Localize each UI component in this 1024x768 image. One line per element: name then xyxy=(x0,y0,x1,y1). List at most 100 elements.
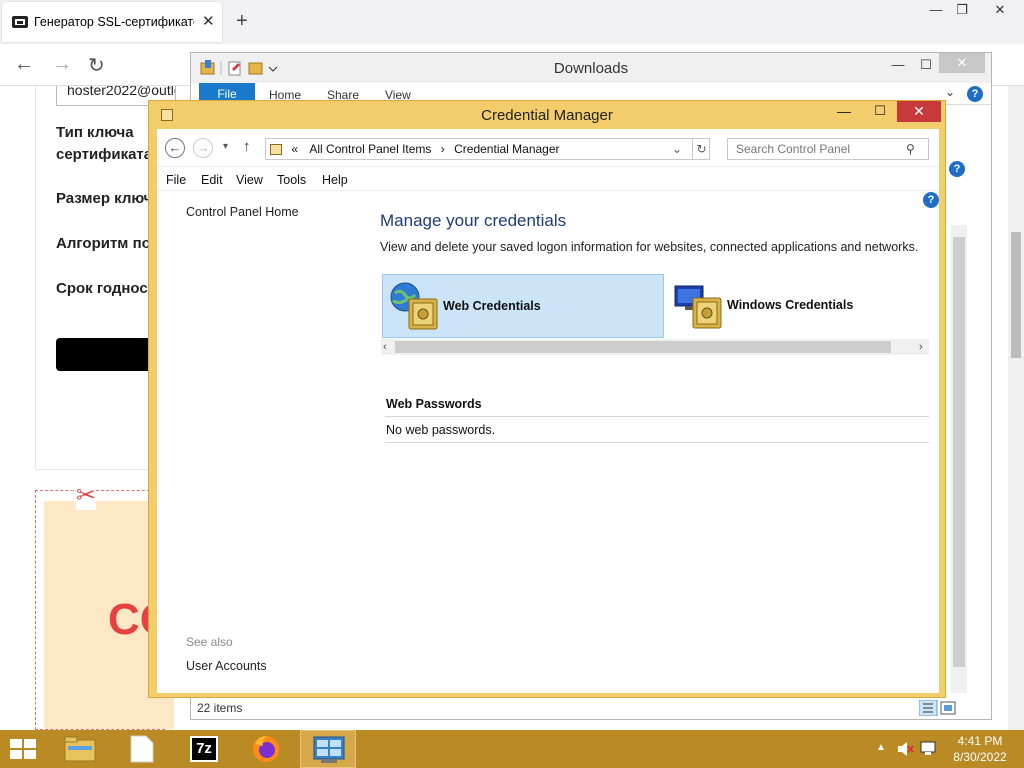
explorer-pane-help-icon[interactable]: ? xyxy=(949,161,965,177)
clock-date: 8/30/2022 xyxy=(953,750,1007,764)
start-button[interactable] xyxy=(10,739,38,761)
menu-help[interactable]: Help xyxy=(322,173,348,187)
web-credentials-tile[interactable]: Web Credentials xyxy=(382,274,664,338)
tiles-scrollbar-thumb[interactable] xyxy=(395,341,891,353)
key-type-label-cont: сертификата xyxy=(56,146,153,163)
card-border-bottom xyxy=(35,469,165,470)
7zip-icon: 7z xyxy=(190,736,218,762)
scroll-right-arrow-icon[interactable]: › xyxy=(919,339,923,355)
windows-credentials-vault-icon xyxy=(674,285,722,329)
search-icon[interactable]: ⚲ xyxy=(906,139,915,159)
page-description: View and delete your saved logon informa… xyxy=(380,240,919,254)
key-type-label: Тип ключа xyxy=(56,124,134,141)
explorer-titlebar: Downloads — ☐ ✕ xyxy=(191,53,991,83)
refresh-icon[interactable]: ↻ xyxy=(692,139,710,159)
breadcrumb-credential-manager[interactable]: Credential Manager xyxy=(454,142,559,156)
browser-close-button[interactable]: ✕ xyxy=(980,0,1020,20)
menu-bar: File Edit View Tools Help xyxy=(157,169,939,191)
credman-client-area: ← → ▾ ↑ « All Control Panel Items › Cred… xyxy=(157,129,939,693)
explorer-scrollbar-thumb[interactable] xyxy=(953,237,965,667)
validity-label: Срок годнос xyxy=(56,280,148,297)
file-explorer-icon xyxy=(64,736,96,762)
web-passwords-empty-text: No web passwords. xyxy=(386,423,496,437)
search-input[interactable]: Search Control Panel ⚲ xyxy=(727,138,929,160)
web-passwords-heading: Web Passwords xyxy=(386,397,482,411)
explorer-minimize-button[interactable]: — xyxy=(883,57,913,72)
credman-help-icon[interactable]: ? xyxy=(923,192,939,208)
explorer-status-bar: 22 items xyxy=(191,699,991,719)
search-placeholder: Search Control Panel xyxy=(736,142,851,156)
address-dropdown-chevron-icon[interactable]: ⌄ xyxy=(672,139,682,159)
show-hidden-icons-icon[interactable]: ▲ xyxy=(876,742,886,753)
credman-minimize-button[interactable]: — xyxy=(829,103,859,119)
page-title: Manage your credentials xyxy=(380,211,567,230)
card-border xyxy=(35,86,36,470)
document-icon xyxy=(130,735,154,763)
menu-view[interactable]: View xyxy=(236,173,263,187)
reload-icon[interactable]: ↻ xyxy=(88,53,105,78)
browser-restore-button[interactable]: ❐ xyxy=(942,0,982,20)
see-also-label: See also xyxy=(186,635,233,649)
address-bar[interactable]: « All Control Panel Items › Credential M… xyxy=(265,138,710,160)
new-tab-icon[interactable]: + xyxy=(236,10,248,33)
breadcrumb-all-items[interactable]: All Control Panel Items xyxy=(309,142,431,156)
menu-tools[interactable]: Tools xyxy=(277,173,306,187)
browser-tab[interactable]: Генератор SSL-сертификатов ✕ xyxy=(2,2,222,42)
explorer-title: Downloads xyxy=(553,60,629,77)
breadcrumb-separator: › xyxy=(440,142,445,156)
address-row: ← → ▾ ↑ « All Control Panel Items › Cred… xyxy=(157,129,939,167)
volume-muted-icon[interactable] xyxy=(896,740,914,758)
credential-manager-window: Credential Manager — ☐ ✕ ← → ▾ ↑ « All C… xyxy=(148,100,946,698)
taskbar: 7z ▲ 4:41 PM 8/30/2022 xyxy=(0,730,1024,768)
menu-edit[interactable]: Edit xyxy=(201,173,223,187)
taskbar-firefox[interactable] xyxy=(238,730,294,768)
algorithm-label: Алгоритм по xyxy=(56,235,151,252)
ribbon-expand-chevron-icon[interactable]: ⌄ xyxy=(945,85,955,99)
scroll-left-arrow-icon[interactable]: ‹ xyxy=(383,339,387,355)
start-logo-tile xyxy=(24,750,36,759)
scissors-icon: ✂ xyxy=(76,481,97,510)
menu-file[interactable]: File xyxy=(166,173,186,187)
firefox-icon xyxy=(253,736,279,762)
site-favicon-icon xyxy=(12,16,28,28)
web-credentials-vault-icon xyxy=(390,282,438,330)
windows-credentials-tile[interactable]: Windows Credentials xyxy=(667,274,949,338)
control-panel-home-link[interactable]: Control Panel Home xyxy=(186,205,299,219)
tiles-horizontal-scrollbar[interactable]: ‹ › xyxy=(381,339,929,355)
credman-close-button[interactable]: ✕ xyxy=(897,101,941,122)
item-count: 22 items xyxy=(197,701,243,715)
network-icon[interactable] xyxy=(920,740,938,758)
forward-arrow-icon[interactable]: → xyxy=(193,138,213,158)
taskbar-control-panel[interactable] xyxy=(300,730,356,768)
browser-tabstrip: Генератор SSL-сертификатов ✕ + — ❐ ✕ xyxy=(0,0,1024,44)
taskbar-file-explorer[interactable] xyxy=(52,730,108,768)
control-panel-icon xyxy=(313,736,345,763)
browser-scrollbar-thumb[interactable] xyxy=(1011,232,1021,358)
back-arrow-icon[interactable]: ← xyxy=(165,138,185,158)
explorer-help-icon[interactable]: ? xyxy=(967,86,983,102)
taskbar-7zip[interactable]: 7z xyxy=(176,730,232,768)
web-credentials-label: Web Credentials xyxy=(443,299,541,313)
control-panel-icon xyxy=(270,144,282,156)
start-logo-tile xyxy=(10,739,22,748)
explorer-maximize-button[interactable]: ☐ xyxy=(911,57,941,73)
explorer-scrollbar[interactable] xyxy=(951,225,967,693)
taskbar-clock[interactable]: 4:41 PM 8/30/2022 xyxy=(940,733,1020,765)
credman-maximize-button[interactable]: ☐ xyxy=(865,103,895,119)
view-toggle-icons[interactable] xyxy=(919,700,959,716)
taskbar-blank-document[interactable] xyxy=(114,730,170,768)
breadcrumb-overflow[interactable]: « xyxy=(291,142,298,156)
back-arrow-icon[interactable]: ← xyxy=(14,53,34,76)
browser-scrollbar[interactable] xyxy=(1008,86,1024,730)
recent-locations-chevron-icon[interactable]: ▾ xyxy=(223,141,228,152)
forward-arrow-icon[interactable]: → xyxy=(52,53,72,76)
explorer-close-button[interactable]: ✕ xyxy=(939,53,985,73)
section-divider-bottom xyxy=(385,442,929,443)
tab-close-icon[interactable]: ✕ xyxy=(202,12,215,30)
browser-tab-title: Генератор SSL-сертификатов xyxy=(34,15,194,29)
windows-credentials-label: Windows Credentials xyxy=(727,298,854,312)
user-accounts-link[interactable]: User Accounts xyxy=(186,659,267,673)
start-logo-tile xyxy=(10,750,22,759)
key-size-label: Размер ключ xyxy=(56,190,153,207)
up-arrow-icon[interactable]: ↑ xyxy=(243,138,251,155)
